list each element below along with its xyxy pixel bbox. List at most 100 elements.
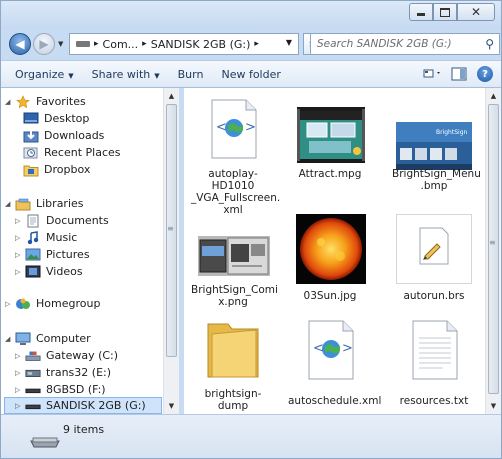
nav-item-recent-places[interactable]: Recent Places (23, 144, 121, 161)
collapsed-arrow-icon[interactable]: ▷ (15, 402, 25, 410)
breadcrumb-drive[interactable]: SANDISK 2GB (G:) (151, 38, 251, 51)
file-item[interactable]: BrightSign_Comi x.png (191, 214, 278, 314)
collapsed-arrow-icon[interactable]: ▷ (15, 369, 25, 377)
search-icon[interactable]: ⚲ (485, 37, 494, 51)
search-box[interactable]: Search SANDISK 2GB (G:) ⚲ (310, 33, 500, 55)
collapsed-arrow-icon[interactable]: ▷ (15, 217, 25, 225)
file-item[interactable]: resources.txt (392, 314, 476, 414)
file-name-line: _VGA_Fullscreen. (191, 192, 281, 204)
file-item[interactable]: BrightSign BrightSign_Menu .bmp (392, 88, 481, 214)
nav-item-videos[interactable]: ▷ Videos (15, 263, 83, 280)
collapsed-arrow-icon[interactable]: ▷ (15, 268, 25, 276)
breadcrumb-computer[interactable]: Com... (103, 38, 139, 51)
file-name: brightsign-dump s (191, 388, 275, 414)
file-item[interactable]: < > autoschedule.xml (288, 314, 381, 414)
recent-pages-dropdown[interactable]: ▼ (58, 40, 63, 48)
file-item[interactable]: Attract.mpg (288, 88, 372, 214)
nav-item-label: Gateway (C:) (46, 349, 119, 362)
nav-item-pictures[interactable]: ▷ Pictures (15, 246, 90, 263)
collapsed-arrow-icon[interactable]: ▷ (15, 251, 25, 259)
file-name: resources.txt (392, 395, 476, 407)
star-icon (15, 94, 31, 109)
close-button[interactable]: ✕ (457, 3, 495, 21)
command-bar-right: ? (417, 64, 495, 84)
file-name-line: autorun.brs (403, 290, 465, 302)
removable-drive-icon (25, 399, 41, 413)
nav-item-drive-g[interactable]: ▷ SANDISK 2GB (G:) (4, 397, 162, 414)
file-name-line: Attract.mpg (298, 168, 362, 180)
new-folder-button[interactable]: New folder (217, 68, 284, 81)
homegroup-icon (15, 297, 31, 311)
scroll-down-icon[interactable]: ▼ (164, 398, 179, 413)
address-dropdown-icon[interactable]: ▼ (286, 38, 292, 47)
details-pane: 9 items (1, 414, 501, 458)
drive-icon (76, 41, 90, 47)
back-arrow-icon: ◀ (15, 37, 25, 51)
file-name-line: 03Sun.jpg (303, 290, 357, 302)
title-bar[interactable]: ✕ (1, 1, 501, 29)
file-name: autorun.brs (392, 290, 476, 302)
collapsed-arrow-icon[interactable]: ▷ (15, 386, 25, 394)
nav-computer[interactable]: ◢ Computer (5, 330, 91, 347)
maximize-button[interactable] (433, 3, 457, 21)
burn-button[interactable]: Burn (174, 68, 208, 81)
nav-item-drive-f[interactable]: ▷ 8GBSD (F:) (15, 381, 106, 398)
file-item[interactable]: autorun.brs (392, 214, 476, 314)
downloads-icon (23, 129, 39, 143)
help-icon: ? (477, 66, 493, 82)
forward-button[interactable]: ▶ (33, 33, 55, 55)
nav-item-downloads[interactable]: Downloads (23, 127, 104, 144)
nav-item-drive-e[interactable]: ▷ trans32 (E:) (15, 364, 111, 381)
removable-drive-icon (30, 437, 60, 448)
breadcrumb-separator[interactable]: ▸ (94, 39, 99, 49)
xml-file-icon: < > (203, 97, 265, 159)
caption-buttons: ✕ (409, 3, 495, 23)
nav-item-music[interactable]: ▷ Music (15, 229, 77, 246)
file-name: 03Sun.jpg (288, 290, 372, 302)
scroll-down-icon[interactable]: ▼ (486, 398, 501, 413)
nav-item-desktop[interactable]: Desktop (23, 110, 89, 127)
expand-arrow-icon[interactable]: ◢ (5, 98, 15, 106)
share-with-button[interactable]: Share with ▼ (88, 68, 164, 81)
file-item[interactable]: < > autoplay-HD1010 _VGA_Fullscreen. xml (191, 88, 281, 216)
file-list-scroll-thumb[interactable] (488, 104, 499, 394)
file-list-scrollbar[interactable]: ▲ ≡ ▼ (485, 88, 501, 414)
address-bar[interactable]: ▸ Com... ▸ SANDISK 2GB (G:) ▸ ▼ (69, 33, 299, 55)
collapsed-arrow-icon[interactable]: ▷ (15, 352, 25, 360)
nav-item-drive-c[interactable]: ▷ Gateway (C:) (15, 347, 118, 364)
breadcrumb-separator[interactable]: ▸ (254, 39, 259, 49)
organize-button[interactable]: Organize ▼ (11, 68, 78, 81)
search-input[interactable]: Search SANDISK 2GB (G:) (317, 38, 452, 50)
nav-computer-label: Computer (36, 332, 91, 345)
collapsed-arrow-icon[interactable]: ▷ (5, 300, 15, 308)
scroll-up-icon[interactable]: ▲ (486, 88, 501, 103)
minimize-button[interactable] (409, 3, 433, 21)
address-row: ◀ ▶ ▼ ▸ Com... ▸ SANDISK 2GB (G:) ▸ ▼ ⇆ … (1, 29, 501, 59)
view-options-icon[interactable] (423, 64, 443, 84)
expand-arrow-icon[interactable]: ◢ (5, 335, 15, 343)
file-name: autoschedule.xml (288, 395, 381, 407)
nav-item-dropbox[interactable]: Dropbox (23, 161, 90, 178)
expand-arrow-icon[interactable]: ◢ (5, 200, 15, 208)
nav-item-label: 8GBSD (F:) (46, 383, 106, 396)
nav-favorites[interactable]: ◢ Favorites (5, 93, 86, 110)
breadcrumb-separator[interactable]: ▸ (142, 39, 147, 49)
script-file-icon (396, 214, 472, 284)
help-button[interactable]: ? (475, 64, 495, 84)
file-item[interactable]: 03Sun.jpg (288, 214, 372, 314)
nav-item-documents[interactable]: ▷ Documents (15, 212, 109, 229)
svg-text:>: > (342, 341, 353, 356)
navigation-pane: ◢ Favorites Desktop Downloads Recent Pla… (1, 88, 179, 414)
collapsed-arrow-icon[interactable]: ▷ (15, 234, 25, 242)
scroll-up-icon[interactable]: ▲ (164, 88, 179, 103)
chevron-down-icon: ▼ (154, 71, 160, 80)
back-button[interactable]: ◀ (9, 33, 31, 55)
nav-libraries[interactable]: ◢ Libraries (5, 195, 84, 212)
preview-pane-icon[interactable] (449, 64, 469, 84)
file-name: Attract.mpg (288, 168, 372, 180)
bmp-thumbnail: BrightSign (395, 108, 473, 170)
nav-homegroup[interactable]: ▷ Homegroup (5, 295, 100, 312)
nav-pane-scrollbar[interactable]: ▲ ≡ ▼ (163, 88, 179, 414)
file-item[interactable]: brightsign-dump s (191, 314, 275, 414)
recent-places-icon (23, 146, 39, 160)
